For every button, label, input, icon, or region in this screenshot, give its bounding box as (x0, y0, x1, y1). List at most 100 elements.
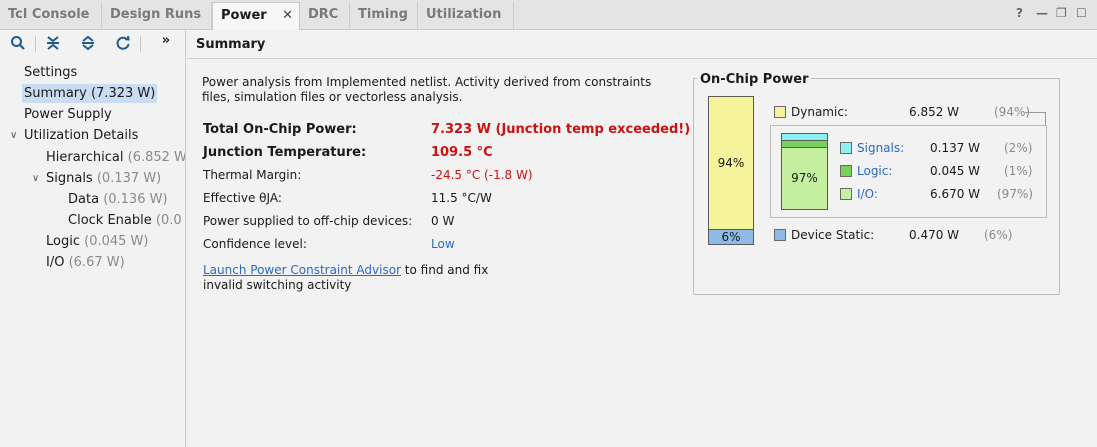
close-icon[interactable]: ✕ (282, 3, 293, 29)
page-title: Summary (196, 37, 266, 52)
restore-icon[interactable]: ❐ (1056, 6, 1067, 20)
io-legend-pct: (97%) (997, 187, 1034, 201)
junction-temp-value: 109.5 °C (431, 145, 493, 160)
expand-caret-icon[interactable]: ∨ (32, 173, 39, 184)
tree-item-value: (0.136 W) (103, 192, 168, 207)
toolbar-separator (140, 36, 141, 52)
junction-temp-label: Junction Temperature: (203, 145, 367, 160)
signals-legend-value: 0.137 W (930, 141, 981, 155)
logic-legend-pct: (1%) (1004, 164, 1033, 178)
expand-all-icon[interactable] (79, 35, 97, 53)
tree-item-power-supply[interactable]: Power Supply (24, 105, 112, 124)
thermal-margin-value: -24.5 °C (-1.8 W) (431, 168, 533, 182)
tab-label: Utilization (426, 7, 502, 22)
power-constraint-advisor-link[interactable]: Launch Power Constraint Advisor (203, 263, 401, 277)
tab-label: DRC (308, 7, 339, 22)
device-static-swatch (774, 229, 786, 241)
confidence-label: Confidence level: (203, 237, 307, 251)
tree-item-clock-enable[interactable]: Clock Enable (0.0 (68, 211, 182, 230)
signals-legend-pct: (2%) (1004, 141, 1033, 155)
logic-legend-value: 0.045 W (930, 164, 981, 178)
maximize-icon[interactable]: ☐ (1076, 6, 1087, 20)
io-legend-value: 6.670 W (930, 187, 981, 201)
tree-item-label: Signals (46, 171, 93, 186)
tree-item-label: Power Supply (24, 107, 112, 122)
tree-item-signals[interactable]: Signals (0.137 W) (46, 169, 161, 188)
view-header: Summary (187, 30, 1097, 59)
logic-swatch (840, 165, 852, 177)
tree-item-value: (7.323 W) (90, 86, 156, 101)
dynamic-legend-value: 6.852 W (909, 105, 960, 119)
tab-timing[interactable]: Timing (350, 2, 418, 30)
tree-item-value: (0.0 (155, 213, 182, 228)
overflow-chevron-icon[interactable]: » (157, 32, 175, 50)
tree-toolbar: » (0, 30, 185, 59)
offchip-power-label: Power supplied to off-chip devices: (203, 214, 413, 228)
dynamic-bar-label: 94% (717, 156, 745, 170)
logic-bar-segment (782, 141, 827, 148)
tab-label: Timing (358, 7, 408, 22)
tab-design-runs[interactable]: Design Runs (102, 2, 212, 30)
device-static-legend-value: 0.470 W (909, 228, 960, 242)
tab-drc[interactable]: DRC (300, 2, 350, 30)
io-bar-label: 97% (791, 171, 818, 185)
total-power-value: 7.323 W (Junction temp exceeded!) (431, 122, 691, 137)
tree-item-data[interactable]: Data (0.136 W) (68, 190, 168, 209)
confidence-value: Low (431, 237, 455, 251)
thermal-margin-label: Thermal Margin: (203, 168, 302, 182)
power-split-bar: 94% 6% (708, 96, 754, 245)
tree-item-label: Hierarchical (46, 150, 124, 165)
tree-item-logic[interactable]: Logic (0.045 W) (46, 232, 148, 251)
tree-item-value: (0.137 W) (96, 171, 162, 186)
tree-item-utilization-details[interactable]: Utilization Details (24, 126, 138, 145)
tree-item-label: Settings (24, 65, 78, 80)
io-legend-link[interactable]: I/O: (857, 187, 878, 201)
theta-ja-value: 11.5 °C/W (431, 191, 492, 205)
io-bar-segment: 97% (782, 148, 827, 209)
summary-view: Summary Power analysis from Implemented … (187, 30, 1097, 447)
intro-text-line-2: files, simulation files or vectorless an… (202, 90, 463, 104)
tree-item-hierarchical[interactable]: Hierarchical (6.852 W (46, 148, 186, 167)
static-bar-label: 6% (721, 230, 741, 244)
tree-item-value: (6.852 W (127, 150, 186, 165)
io-swatch (840, 188, 852, 200)
static-bar-segment: 6% (709, 230, 753, 244)
advisor-text: Launch Power Constraint Advisor to find … (203, 263, 488, 277)
tree-item-value: (6.67 W) (68, 255, 125, 270)
toolbar-separator (35, 36, 36, 52)
advisor-text-suffix: to find and fix (400, 263, 489, 277)
tree-item-label: Utilization Details (24, 128, 139, 143)
theta-ja-label: Effective θJA: (203, 191, 282, 205)
tree-item-label: Clock Enable (68, 213, 152, 228)
signals-bar-segment (782, 134, 827, 141)
tree-item-label: I/O (46, 255, 65, 270)
minimize-icon[interactable]: — (1036, 6, 1048, 20)
tree-item-label: Data (68, 192, 100, 207)
tab-tcl-console[interactable]: Tcl Console (0, 2, 102, 30)
tab-label: Power (221, 8, 267, 23)
dynamic-bracket (1025, 112, 1046, 125)
signals-legend-link[interactable]: Signals: (857, 141, 904, 155)
tree-item-label: Logic (46, 234, 80, 249)
tab-utilization[interactable]: Utilization (418, 2, 514, 30)
logic-legend-link[interactable]: Logic: (857, 164, 892, 178)
tab-label: Design Runs (110, 7, 202, 22)
tab-power[interactable]: Power ✕ (212, 2, 300, 31)
tab-label: Tcl Console (8, 7, 90, 22)
panel-tab-bar: Tcl Console Design Runs Power ✕ DRC Timin… (0, 0, 1097, 31)
expand-caret-icon[interactable]: ∨ (10, 130, 17, 141)
dynamic-legend-label: Dynamic: (791, 105, 848, 119)
refresh-icon[interactable] (114, 35, 132, 53)
search-icon[interactable] (9, 35, 27, 53)
signals-swatch (840, 142, 852, 154)
dynamic-bar-segment: 94% (709, 97, 753, 230)
tree-item-settings[interactable]: Settings (24, 63, 77, 82)
dynamic-swatch (774, 106, 786, 118)
tree-item-io[interactable]: I/O (6.67 W) (46, 253, 125, 272)
help-icon[interactable]: ? (1016, 6, 1023, 20)
collapse-all-icon[interactable] (44, 35, 62, 53)
device-static-legend-pct: (6%) (984, 228, 1013, 242)
tree-item-summary[interactable]: Summary (7.323 W) (22, 84, 158, 103)
tree-item-value: (0.045 W) (84, 234, 149, 249)
navigation-panel: » Settings Summary (7.323 W) Power Suppl… (0, 30, 186, 447)
